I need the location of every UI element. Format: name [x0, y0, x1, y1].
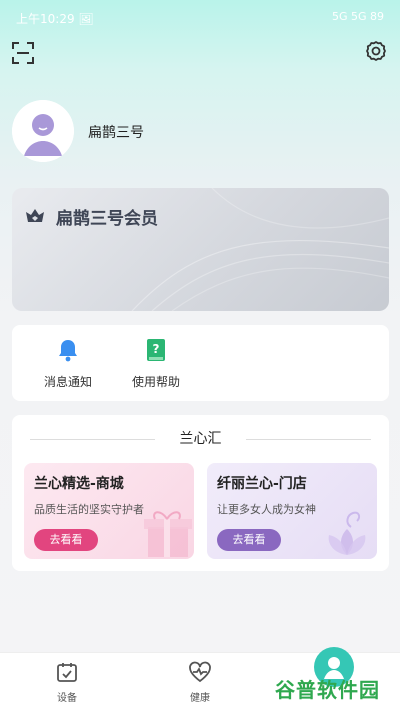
- section-divider-right: [246, 439, 371, 440]
- tab-label: 健康: [190, 693, 210, 704]
- help-link[interactable]: ? 使用帮助: [121, 335, 191, 395]
- promo-title: 纤丽兰心-门店: [217, 476, 307, 492]
- bell-icon: [55, 337, 81, 363]
- tab-label: 设备: [57, 693, 77, 704]
- heart-pulse-icon: [188, 661, 212, 683]
- help-book-icon: ?: [143, 337, 169, 363]
- avatar[interactable]: [12, 100, 74, 162]
- notifications-link[interactable]: 消息通知: [33, 335, 103, 395]
- tab-device[interactable]: 设备: [37, 661, 97, 704]
- member-card[interactable]: 扁鹊三号会员: [12, 188, 389, 311]
- help-label: 使用帮助: [131, 375, 180, 389]
- section-title: 兰心汇: [179, 431, 222, 447]
- tab-health[interactable]: 健康: [170, 661, 230, 704]
- quick-links-panel: 消息通知 ? 使用帮助: [12, 325, 389, 401]
- lotus-icon: [328, 511, 366, 555]
- mall-promo-card[interactable]: 兰心精选-商城 品质生活的坚实守护者 去看看: [24, 463, 194, 559]
- gift-box-icon: [144, 511, 192, 557]
- settings-gear-icon[interactable]: [364, 40, 388, 64]
- store-promo-card[interactable]: 纤丽兰心-门店 让更多女人成为女神 去看看: [207, 463, 377, 559]
- notifications-label: 消息通知: [43, 375, 92, 389]
- promo-subtitle: 品质生活的坚实守护者: [34, 503, 144, 516]
- profile-header[interactable]: 扁鹊三号: [12, 100, 272, 162]
- status-time: 上午10:29 🖼: [16, 12, 94, 26]
- svg-text:?: ?: [153, 342, 160, 356]
- device-icon: [55, 661, 79, 683]
- mall-go-button[interactable]: 去看看: [34, 529, 98, 551]
- member-card-title: 扁鹊三号会员: [56, 209, 158, 229]
- promo-title: 兰心精选-商城: [34, 476, 124, 492]
- lanxin-section: 兰心汇 兰心精选-商城 品质生活的坚实守护者 去看看 纤丽兰心-门店 让更多女人…: [12, 415, 389, 571]
- promo-subtitle: 让更多女人成为女神: [217, 503, 316, 516]
- status-bar: 上午10:29 🖼 5G 5G 89: [0, 0, 400, 36]
- store-go-button[interactable]: 去看看: [217, 529, 281, 551]
- scan-icon[interactable]: [12, 42, 34, 64]
- status-indicators: 5G 5G 89: [331, 10, 384, 23]
- crown-icon: [24, 204, 46, 226]
- watermark-logo: 谷普软件园: [275, 678, 380, 702]
- username: 扁鹊三号: [88, 125, 144, 141]
